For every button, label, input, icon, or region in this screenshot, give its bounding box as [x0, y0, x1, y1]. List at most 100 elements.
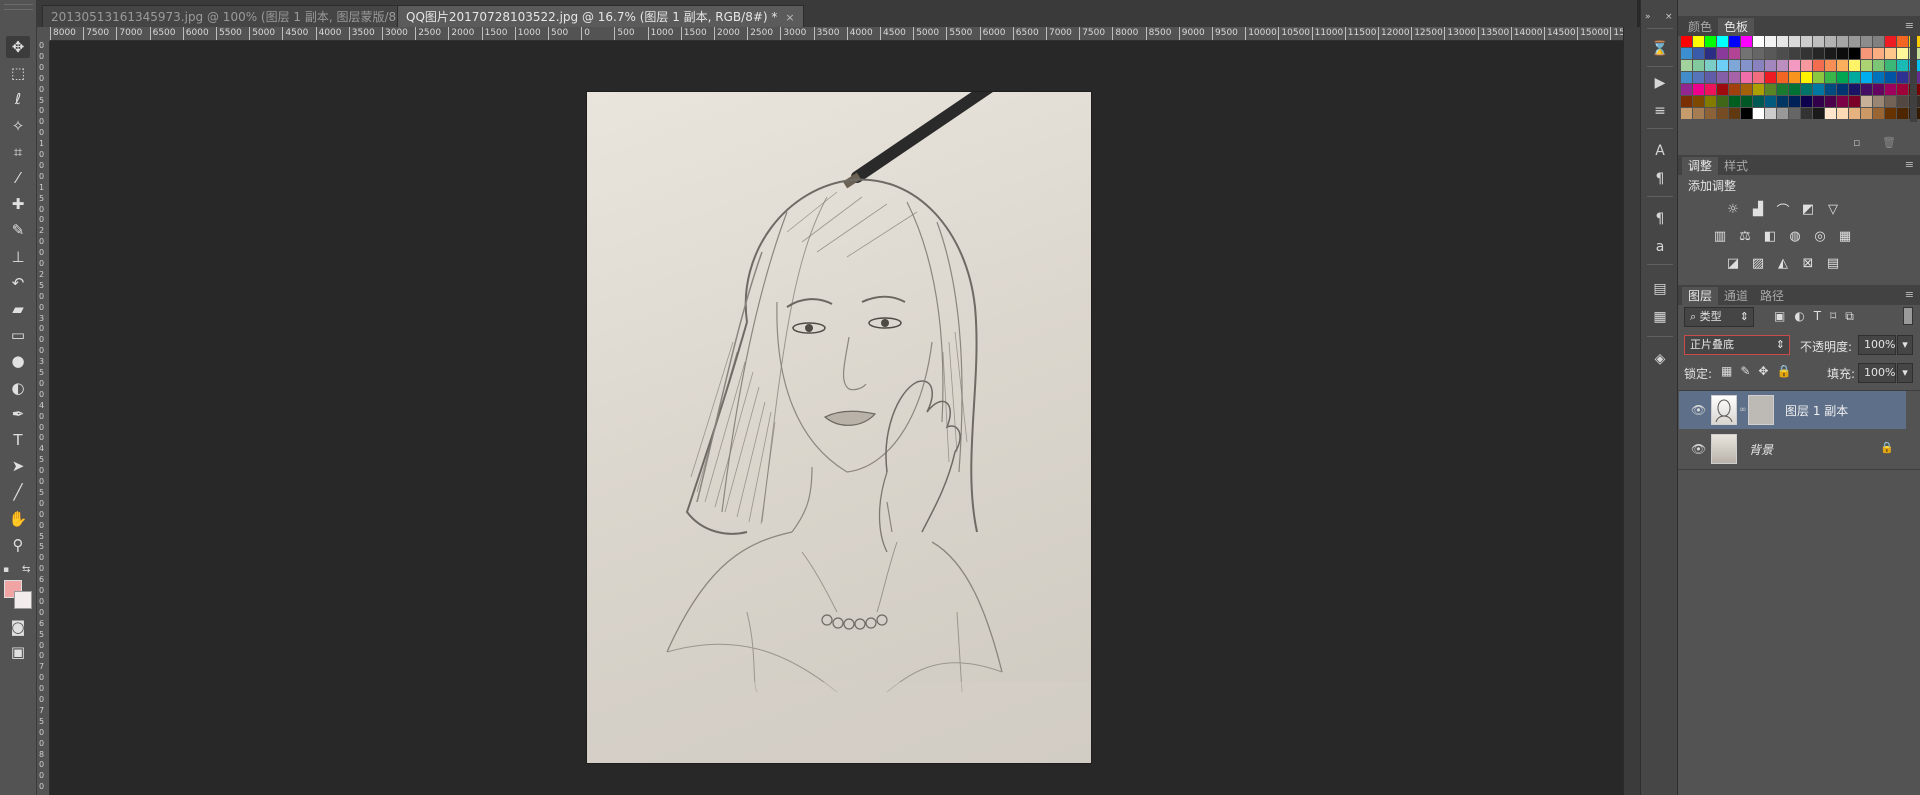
swatch[interactable] [1729, 36, 1740, 47]
swatch[interactable] [1693, 36, 1704, 47]
vertical-scrollbar[interactable] [1623, 27, 1640, 795]
swatch[interactable] [1729, 72, 1740, 83]
swatch[interactable] [1705, 60, 1716, 71]
levels-icon[interactable]: ▟ [1749, 201, 1767, 217]
layer-name[interactable]: 背景 [1749, 441, 1773, 458]
opacity-input[interactable]: 100% [1858, 335, 1896, 355]
panel-menu-icon[interactable]: ≡ [1905, 288, 1914, 301]
swatch[interactable] [1705, 96, 1716, 107]
swatch[interactable] [1705, 84, 1716, 95]
panel-menu-icon[interactable]: ≡ [1905, 158, 1914, 171]
swatch[interactable] [1717, 36, 1728, 47]
swatch[interactable] [1813, 84, 1824, 95]
swatch[interactable] [1813, 72, 1824, 83]
swatch[interactable] [1693, 84, 1704, 95]
swatch[interactable] [1777, 84, 1788, 95]
paragraph-icon[interactable]: ¶ [1649, 168, 1671, 190]
layer-thumbnail[interactable] [1711, 434, 1737, 464]
layer-filter-icons[interactable]: ▣◐T⌑⧉ [1774, 309, 1863, 324]
character-icon[interactable]: A [1649, 140, 1671, 162]
lasso-tool[interactable]: ℓ [6, 88, 30, 110]
tab-swatches[interactable]: 色板 [1718, 18, 1755, 36]
swatch[interactable] [1741, 48, 1752, 59]
swatch[interactable] [1861, 60, 1872, 71]
swatch[interactable] [1801, 84, 1812, 95]
layer-name[interactable]: 图层 1 副本 [1785, 402, 1848, 419]
close-dock-icon[interactable]: × [1665, 12, 1673, 22]
swatch[interactable] [1849, 48, 1860, 59]
lock-options-icons[interactable]: ▦✎✥🔒 [1721, 364, 1799, 378]
swatch[interactable] [1873, 84, 1884, 95]
color-lookup-icon[interactable]: ▦ [1836, 228, 1854, 244]
swatch[interactable] [1849, 108, 1860, 119]
black-white-icon[interactable]: ◧ [1761, 228, 1779, 244]
type-tool[interactable]: T [6, 429, 30, 451]
move-tool[interactable]: ✥ [6, 36, 30, 58]
swatch[interactable] [1801, 48, 1812, 59]
3d-icon[interactable]: ◈ [1649, 348, 1671, 370]
eye-icon[interactable]: 👁 [1691, 442, 1706, 456]
swatch[interactable] [1897, 48, 1908, 59]
swatch[interactable] [1717, 108, 1728, 119]
swatch[interactable] [1885, 84, 1896, 95]
swatch[interactable] [1813, 36, 1824, 47]
swatch[interactable] [1801, 60, 1812, 71]
tab-color[interactable]: 颜色 [1682, 18, 1718, 36]
swatch[interactable] [1741, 96, 1752, 107]
layer-thumbnail[interactable] [1711, 395, 1737, 425]
swatch[interactable] [1813, 96, 1824, 107]
swatch[interactable] [1825, 84, 1836, 95]
posterize-icon[interactable]: ▨ [1749, 255, 1767, 271]
swatch[interactable] [1885, 96, 1896, 107]
swatch[interactable] [1861, 36, 1872, 47]
swatch[interactable] [1693, 72, 1704, 83]
swatch[interactable] [1741, 60, 1752, 71]
swatch[interactable] [1873, 48, 1884, 59]
marquee-tool[interactable]: ⬚ [6, 62, 30, 84]
swatch[interactable] [1717, 96, 1728, 107]
swatch[interactable] [1765, 60, 1776, 71]
swatch[interactable] [1825, 60, 1836, 71]
swatch[interactable] [1681, 84, 1692, 95]
default-colors-icon[interactable]: ▪ [3, 565, 9, 575]
swatch[interactable] [1717, 48, 1728, 59]
swatch[interactable] [1885, 60, 1896, 71]
path-selection-tool[interactable]: ➤ [6, 455, 30, 477]
swatch[interactable] [1801, 96, 1812, 107]
swatch[interactable] [1753, 96, 1764, 107]
swatch[interactable] [1813, 48, 1824, 59]
document-image[interactable] [587, 92, 1091, 763]
swatch-scrollbar[interactable] [1910, 36, 1917, 122]
swatch[interactable] [1729, 48, 1740, 59]
swatch[interactable] [1705, 108, 1716, 119]
eye-icon[interactable]: 👁 [1691, 403, 1706, 417]
swatch[interactable] [1789, 108, 1800, 119]
swatch[interactable] [1849, 96, 1860, 107]
blend-mode-select[interactable]: 正片叠底 ⇕ [1684, 335, 1790, 355]
swatch[interactable] [1813, 108, 1824, 119]
eyedropper-tool[interactable]: ⁄ [6, 167, 30, 189]
healing-brush-tool[interactable]: ✚ [6, 193, 30, 215]
background-color-swatch[interactable] [14, 591, 32, 609]
swatch[interactable] [1741, 36, 1752, 47]
swatch[interactable] [1765, 84, 1776, 95]
info-icon[interactable]: ▤ [1649, 278, 1671, 300]
swatch[interactable] [1693, 48, 1704, 59]
character-styles-icon[interactable]: a [1649, 236, 1671, 258]
swatch[interactable] [1873, 108, 1884, 119]
swatch[interactable] [1861, 48, 1872, 59]
pen-tool[interactable]: ✒ [6, 403, 30, 425]
swatch[interactable] [1753, 60, 1764, 71]
filter-toggle[interactable] [1903, 307, 1913, 325]
layer-row-copy[interactable]: 👁 ∞ 图层 1 副本 [1679, 391, 1906, 429]
delete-swatch-icon[interactable]: 🗑 [1882, 136, 1896, 149]
fill-dropdown-icon[interactable]: ▾ [1897, 363, 1913, 383]
link-icon[interactable]: ∞ [1739, 405, 1747, 415]
panel-menu-icon[interactable]: ≡ [1905, 19, 1914, 32]
swatch[interactable] [1717, 60, 1728, 71]
layer-filter-select[interactable]: ⌕ 类型 ⇕ [1684, 307, 1754, 327]
swatch[interactable] [1753, 84, 1764, 95]
swatch[interactable] [1753, 36, 1764, 47]
paragraph-styles-icon[interactable]: ¶ [1649, 208, 1671, 230]
channel-mixer-icon[interactable]: ◎ [1811, 228, 1829, 244]
